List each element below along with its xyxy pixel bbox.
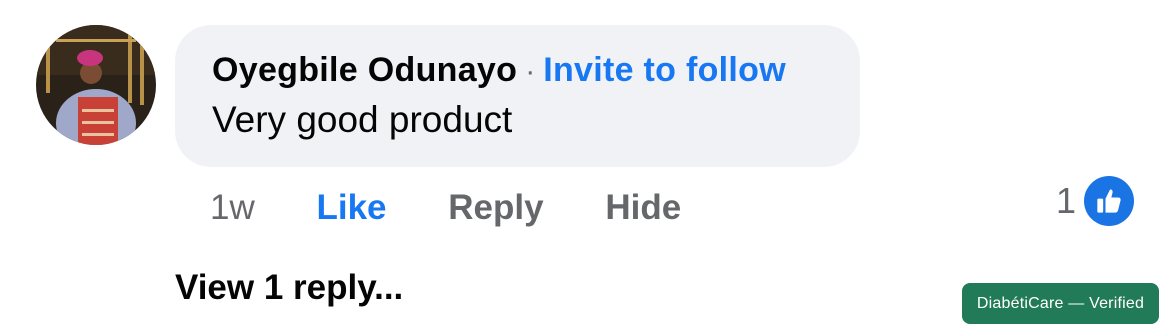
comment-bubble: Oyegbile Odunayo · Invite to follow Very g… bbox=[175, 25, 860, 167]
separator-dot: · bbox=[525, 55, 536, 88]
view-replies-link[interactable]: View 1 reply... bbox=[175, 266, 403, 310]
thumbs-up-icon bbox=[1084, 176, 1134, 226]
avatar-photo bbox=[36, 25, 156, 145]
comment-actions: 1w Like Reply Hide bbox=[210, 184, 681, 230]
comment-text: Very good product bbox=[212, 99, 513, 140]
reaction-count: 1 bbox=[1055, 180, 1076, 221]
author-name[interactable]: Oyegbile Odunayo bbox=[212, 51, 517, 89]
comment-header: Oyegbile Odunayo · Invite to follow bbox=[212, 49, 786, 93]
timestamp[interactable]: 1w bbox=[210, 186, 255, 230]
avatar[interactable] bbox=[36, 25, 156, 145]
hide-button[interactable]: Hide bbox=[605, 186, 681, 230]
reaction-summary[interactable]: 1 bbox=[1056, 176, 1134, 226]
invite-to-follow-link[interactable]: Invite to follow bbox=[543, 51, 786, 89]
like-button[interactable]: Like bbox=[316, 186, 386, 230]
verified-badge: DiabétiCare — Verified bbox=[962, 283, 1159, 324]
reply-button[interactable]: Reply bbox=[448, 186, 543, 230]
